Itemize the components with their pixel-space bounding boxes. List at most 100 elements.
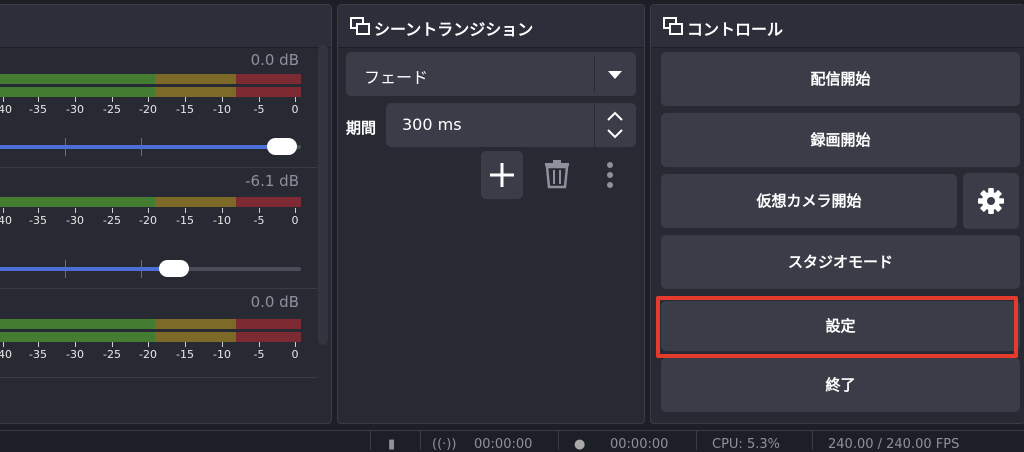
controls-title: コントロール <box>687 20 784 39</box>
tick-mark <box>222 97 223 102</box>
channel-3-db: 0.0 dB <box>250 293 299 311</box>
tick-label: -5 <box>253 348 265 361</box>
duration-label: 期間 <box>346 119 377 137</box>
mixer-scrollbar[interactable] <box>318 45 328 345</box>
tick-mark <box>3 97 4 102</box>
trash-icon <box>545 160 569 189</box>
tick-mark <box>185 97 186 102</box>
tick-mark <box>75 342 76 347</box>
tick-label: -25 <box>103 348 121 361</box>
kebab-menu-icon <box>607 162 613 188</box>
channel-1-fader[interactable] <box>0 138 301 156</box>
dock-window-icon <box>350 17 370 35</box>
tick-mark <box>38 208 39 213</box>
settings-highlight-box <box>656 296 1018 358</box>
tick-label: 0 <box>291 103 299 116</box>
tick-label: 0 <box>291 214 299 227</box>
tick-label: -30 <box>66 214 84 227</box>
tick-label: -10 <box>213 214 231 227</box>
tick-label: -30 <box>66 348 84 361</box>
start-recording-button[interactable]: 録画開始 <box>661 113 1020 167</box>
mixer-channel-3: 0.0 dB -40 -35 -30 -25 -20 -15 -10 -5 0 <box>0 289 315 409</box>
cpu-usage: CPU: 5.3% <box>712 437 780 452</box>
controls-panel: コントロール 配信開始 録画開始 仮想カメラ開始 スタジオモード 設定 終了 <box>650 4 1024 424</box>
channel-1-tick-labels: -40 -35 -30 -25 -20 -15 -10 -5 0 <box>0 103 305 117</box>
tick-label: -15 <box>176 348 194 361</box>
tick-mark <box>185 208 186 213</box>
channel-2-tick-labels: -40 -35 -30 -25 -20 -15 -10 -5 0 <box>0 214 305 228</box>
gear-icon <box>978 188 1004 214</box>
transition-properties-button[interactable] <box>592 151 628 199</box>
tick-mark <box>259 97 260 102</box>
channel-3-meter-bottom <box>0 332 301 342</box>
tick-mark <box>295 208 296 213</box>
studio-mode-button[interactable]: スタジオモード <box>661 235 1020 289</box>
channel-2-fader-knob[interactable] <box>159 260 189 277</box>
record-circle-icon: ● <box>574 437 586 452</box>
stream-time: 00:00:00 <box>474 437 533 452</box>
record-time: 00:00:00 <box>610 437 669 452</box>
stream-broadcast-icon: ((·)) <box>432 437 457 452</box>
tick-mark <box>3 342 4 347</box>
tick-label: -5 <box>253 214 265 227</box>
tick-mark <box>38 342 39 347</box>
tick-mark <box>222 208 223 213</box>
scene-transitions-panel: シーントランジション フェード 期間 300 ms <box>337 4 645 424</box>
controls-title-bar: コントロール <box>651 5 1024 48</box>
tick-label: -25 <box>103 214 121 227</box>
tick-mark <box>185 342 186 347</box>
tick-mark <box>222 342 223 347</box>
channel-1-meter-bottom <box>0 87 301 97</box>
tick-label: -25 <box>103 103 121 116</box>
channel-3-meter-top <box>0 319 301 329</box>
tick-mark <box>295 342 296 347</box>
tick-mark <box>112 208 113 213</box>
channel-2-db: -6.1 dB <box>245 172 299 190</box>
add-transition-button[interactable] <box>481 151 523 199</box>
exit-button[interactable]: 終了 <box>661 358 1020 412</box>
tick-mark <box>259 342 260 347</box>
chevron-down-icon <box>608 71 622 79</box>
tick-label: -15 <box>176 103 194 116</box>
tick-label: -40 <box>0 214 12 227</box>
plus-icon <box>490 163 514 187</box>
audio-mixer-panel: 0.0 dB -40 -35 -30 -25 -20 -15 -10 -5 0 -6.1 dB … <box>0 4 332 424</box>
start-virtual-camera-button[interactable]: 仮想カメラ開始 <box>661 174 957 228</box>
tick-label: -20 <box>139 103 157 116</box>
mixer-channel-2: -6.1 dB -40 -35 -30 -25 -20 -15 -10 -5 0 <box>0 168 315 288</box>
dock-window-icon <box>663 17 683 35</box>
tick-mark <box>148 208 149 213</box>
tick-label: -30 <box>66 103 84 116</box>
duration-spinbox[interactable]: 300 ms <box>386 103 636 147</box>
remove-transition-button[interactable] <box>536 151 578 199</box>
tick-mark <box>75 208 76 213</box>
tick-label: -35 <box>29 348 47 361</box>
tick-label: -35 <box>29 214 47 227</box>
virtual-camera-settings-button[interactable] <box>963 173 1019 229</box>
channel-1-meter-top <box>0 74 301 84</box>
channel-1-fader-knob[interactable] <box>267 138 297 155</box>
tick-mark <box>148 342 149 347</box>
tick-label: -40 <box>0 348 12 361</box>
duration-value: 300 ms <box>402 115 462 134</box>
tick-label: -15 <box>176 214 194 227</box>
tick-label: 0 <box>291 348 299 361</box>
tick-mark <box>75 97 76 102</box>
signal-bars-icon: ▮ <box>388 437 396 452</box>
tick-label: -10 <box>213 348 231 361</box>
status-bar: ▮ ((·)) 00:00:00 ● 00:00:00 CPU: 5.3% 24… <box>0 430 1024 452</box>
tick-label: -20 <box>139 214 157 227</box>
tick-mark <box>295 97 296 102</box>
chevron-down-icon[interactable] <box>603 127 627 141</box>
tick-label: -40 <box>0 103 12 116</box>
channel-2-fader[interactable] <box>0 260 301 278</box>
channel-3-tick-labels: -40 -35 -30 -25 -20 -15 -10 -5 0 <box>0 348 305 362</box>
channel-2-fader-fill <box>0 267 174 271</box>
mixer-channel-1: 0.0 dB -40 -35 -30 -25 -20 -15 -10 -5 0 <box>0 47 315 167</box>
tick-mark <box>112 97 113 102</box>
chevron-up-icon[interactable] <box>603 109 627 123</box>
tick-label: -35 <box>29 103 47 116</box>
transition-select[interactable]: フェード <box>346 52 636 96</box>
tick-label: -5 <box>253 103 265 116</box>
start-streaming-button[interactable]: 配信開始 <box>661 52 1020 106</box>
